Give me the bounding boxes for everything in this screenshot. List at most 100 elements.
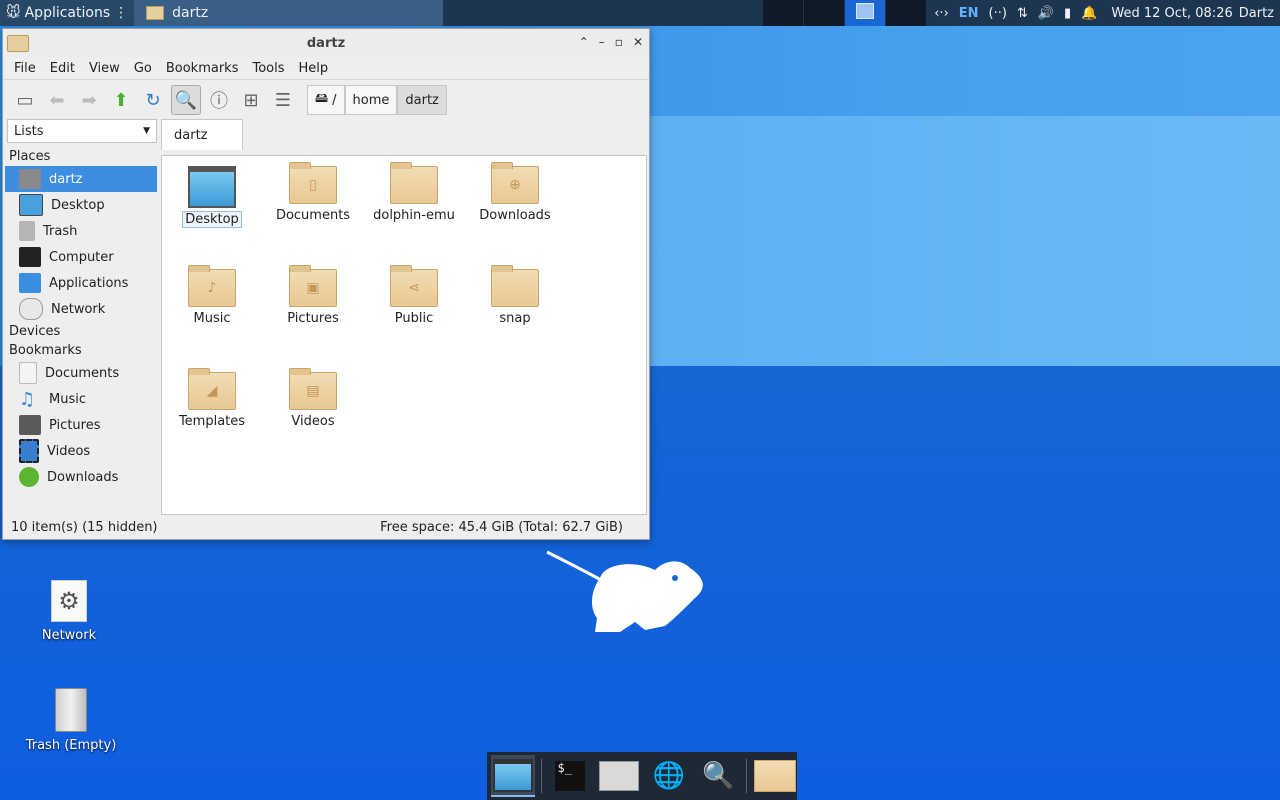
dock-terminal[interactable]: $_ (548, 756, 592, 796)
back-arrow-icon: ⬅ (49, 89, 65, 111)
folder-templates-icon: ◢ (188, 368, 236, 410)
close-button[interactable]: ✕ (633, 35, 643, 49)
folder-download-icon: ⊕ (491, 162, 539, 204)
file-item-snap[interactable]: snap (470, 259, 560, 326)
file-item-videos[interactable]: ▤ Videos (268, 362, 358, 429)
back-button[interactable]: ⬅ (43, 86, 71, 114)
desktop-wallpaper-band (650, 116, 1280, 366)
dock-search[interactable]: 🔍 (697, 756, 741, 796)
home-folder-icon (599, 761, 640, 791)
sidebar-mode-select[interactable]: Lists ▼ (7, 119, 157, 143)
breadcrumb-home[interactable]: home (344, 85, 398, 115)
tab-dartz[interactable]: dartz (161, 119, 243, 150)
workspace-2[interactable] (803, 0, 845, 26)
menu-go[interactable]: Go (127, 61, 159, 76)
clock[interactable]: Wed 12 Oct, 08:26 (1105, 6, 1238, 21)
file-item-templates[interactable]: ◢ Templates (167, 362, 257, 429)
find-button[interactable]: 🔍 (171, 85, 201, 115)
battery-icon[interactable]: ▮ (1064, 6, 1071, 21)
shade-button[interactable]: ⌃ (579, 35, 589, 49)
keyboard-layout-indicator[interactable]: EN (959, 6, 979, 21)
top-panel: 🐭 Applications ⋮ dartz ‹·› EN (··) ⇅ 🔊 ▮… (0, 0, 1280, 26)
up-button[interactable]: ⬆ (107, 86, 135, 114)
sidebar-item-computer[interactable]: Computer (5, 244, 157, 270)
breadcrumb-root[interactable]: 🖴 / (307, 85, 345, 115)
file-item-pictures[interactable]: ▣ Pictures (268, 259, 358, 326)
workspace-3[interactable] (844, 0, 886, 26)
status-item-count: 10 item(s) (15 hidden) (11, 519, 158, 535)
breadcrumb: 🖴 / home dartz (307, 85, 447, 115)
statusbar: 10 item(s) (15 hidden) Free space: 45.4 … (3, 515, 649, 539)
places-header: Places (9, 149, 51, 164)
menu-help[interactable]: Help (292, 61, 336, 76)
taskbar-item-dartz[interactable]: dartz (134, 0, 444, 26)
file-item-music[interactable]: ♪ Music (167, 259, 257, 326)
search-icon: 🔍 (174, 89, 198, 111)
workspace-4[interactable] (885, 0, 927, 26)
reload-button[interactable]: ↻ (139, 86, 167, 114)
file-item-downloads[interactable]: ⊕ Downloads (470, 156, 560, 223)
system-tray: ‹·› EN (··) ⇅ 🔊 ▮ 🔔 (926, 6, 1105, 21)
window-title: dartz (306, 35, 346, 51)
dock-show-desktop[interactable] (491, 755, 535, 797)
folder-video-icon: ▤ (289, 368, 337, 410)
sidebar-item-dartz[interactable]: dartz (5, 166, 157, 192)
applications-menu-button[interactable]: 🐭 Applications ⋮ (0, 0, 135, 26)
magnifier-icon: 🔍 (702, 761, 735, 791)
workspace-switcher[interactable] (762, 0, 927, 26)
menu-file[interactable]: File (7, 61, 43, 76)
forward-button[interactable]: ➡ (75, 86, 103, 114)
folder-icon: ▯ (289, 162, 337, 204)
list-icon: ☰ (274, 89, 292, 111)
file-item-desktop[interactable]: Desktop (167, 156, 257, 228)
grid-icon: ⊞ (243, 89, 259, 111)
minimize-button[interactable]: – (599, 35, 605, 49)
file-item-public[interactable]: ⋖ Public (369, 259, 459, 326)
network-status-icon[interactable]: ‹·› (934, 6, 949, 21)
file-manager-window: dartz ⌃ – ▫ ✕ File Edit View Go Bookmark… (2, 28, 650, 540)
menu-edit[interactable]: Edit (43, 61, 82, 76)
desktop-icon-trash[interactable]: Trash (Empty) (16, 688, 126, 753)
dock-web-browser[interactable]: 🌐 (647, 756, 691, 796)
bookmark-downloads[interactable]: Downloads (5, 464, 157, 490)
dock-home-folder[interactable] (597, 756, 641, 796)
xfce-logo-icon: 🐭 (6, 5, 21, 21)
breadcrumb-dartz[interactable]: dartz (397, 85, 447, 115)
bookmark-documents[interactable]: Documents (5, 360, 157, 386)
sidebar-item-desktop[interactable]: Desktop (5, 192, 157, 218)
desktop-icon (19, 194, 43, 216)
bookmark-videos[interactable]: Videos (5, 438, 157, 464)
toolbar: ▭ ⬅ ➡ ⬆ ↻ 🔍 ⓘ ⊞ ☰ 🖴 / home dartz (3, 79, 649, 120)
properties-button[interactable]: ⓘ (205, 86, 233, 114)
file-item-documents[interactable]: ▯ Documents (268, 156, 358, 223)
network-cloud-icon (19, 298, 43, 320)
new-tab-button[interactable]: ▭ (11, 86, 39, 114)
document-icon (19, 362, 37, 384)
menu-tools[interactable]: Tools (245, 61, 291, 76)
desktop-icon-network[interactable]: ⚙ Network (14, 580, 124, 643)
file-view: Desktop ▯ Documents dolphin-emu ⊕ Downlo… (161, 155, 647, 515)
file-item-dolphin-emu[interactable]: dolphin-emu (369, 156, 459, 223)
sidebar-item-trash[interactable]: Trash (5, 218, 157, 244)
folder-music-icon: ♪ (188, 265, 236, 307)
dock: $_ 🌐 🔍 (487, 752, 797, 800)
workspace-1[interactable] (762, 0, 804, 26)
dock-file-manager[interactable] (753, 756, 797, 796)
transfer-arrows-icon[interactable]: ⇅ (1017, 6, 1028, 21)
desktop-folder-icon (188, 166, 236, 208)
user-menu[interactable]: Dartz (1239, 6, 1280, 21)
pictures-icon (19, 415, 41, 435)
maximize-button[interactable]: ▫ (615, 35, 623, 49)
wifi-icon[interactable]: (··) (989, 6, 1007, 21)
menu-view[interactable]: View (82, 61, 127, 76)
menu-bookmarks[interactable]: Bookmarks (159, 61, 246, 76)
list-view-button[interactable]: ☰ (269, 86, 297, 114)
volume-icon[interactable]: 🔊 (1038, 6, 1054, 21)
icon-view-button[interactable]: ⊞ (237, 86, 265, 114)
bookmark-music[interactable]: ♫ Music (5, 386, 157, 412)
notification-bell-icon[interactable]: 🔔 (1081, 6, 1097, 21)
sidebar-item-network[interactable]: Network (5, 296, 157, 322)
window-titlebar[interactable]: dartz ⌃ – ▫ ✕ (3, 29, 649, 57)
bookmark-pictures[interactable]: Pictures (5, 412, 157, 438)
sidebar-item-applications[interactable]: Applications (5, 270, 157, 296)
